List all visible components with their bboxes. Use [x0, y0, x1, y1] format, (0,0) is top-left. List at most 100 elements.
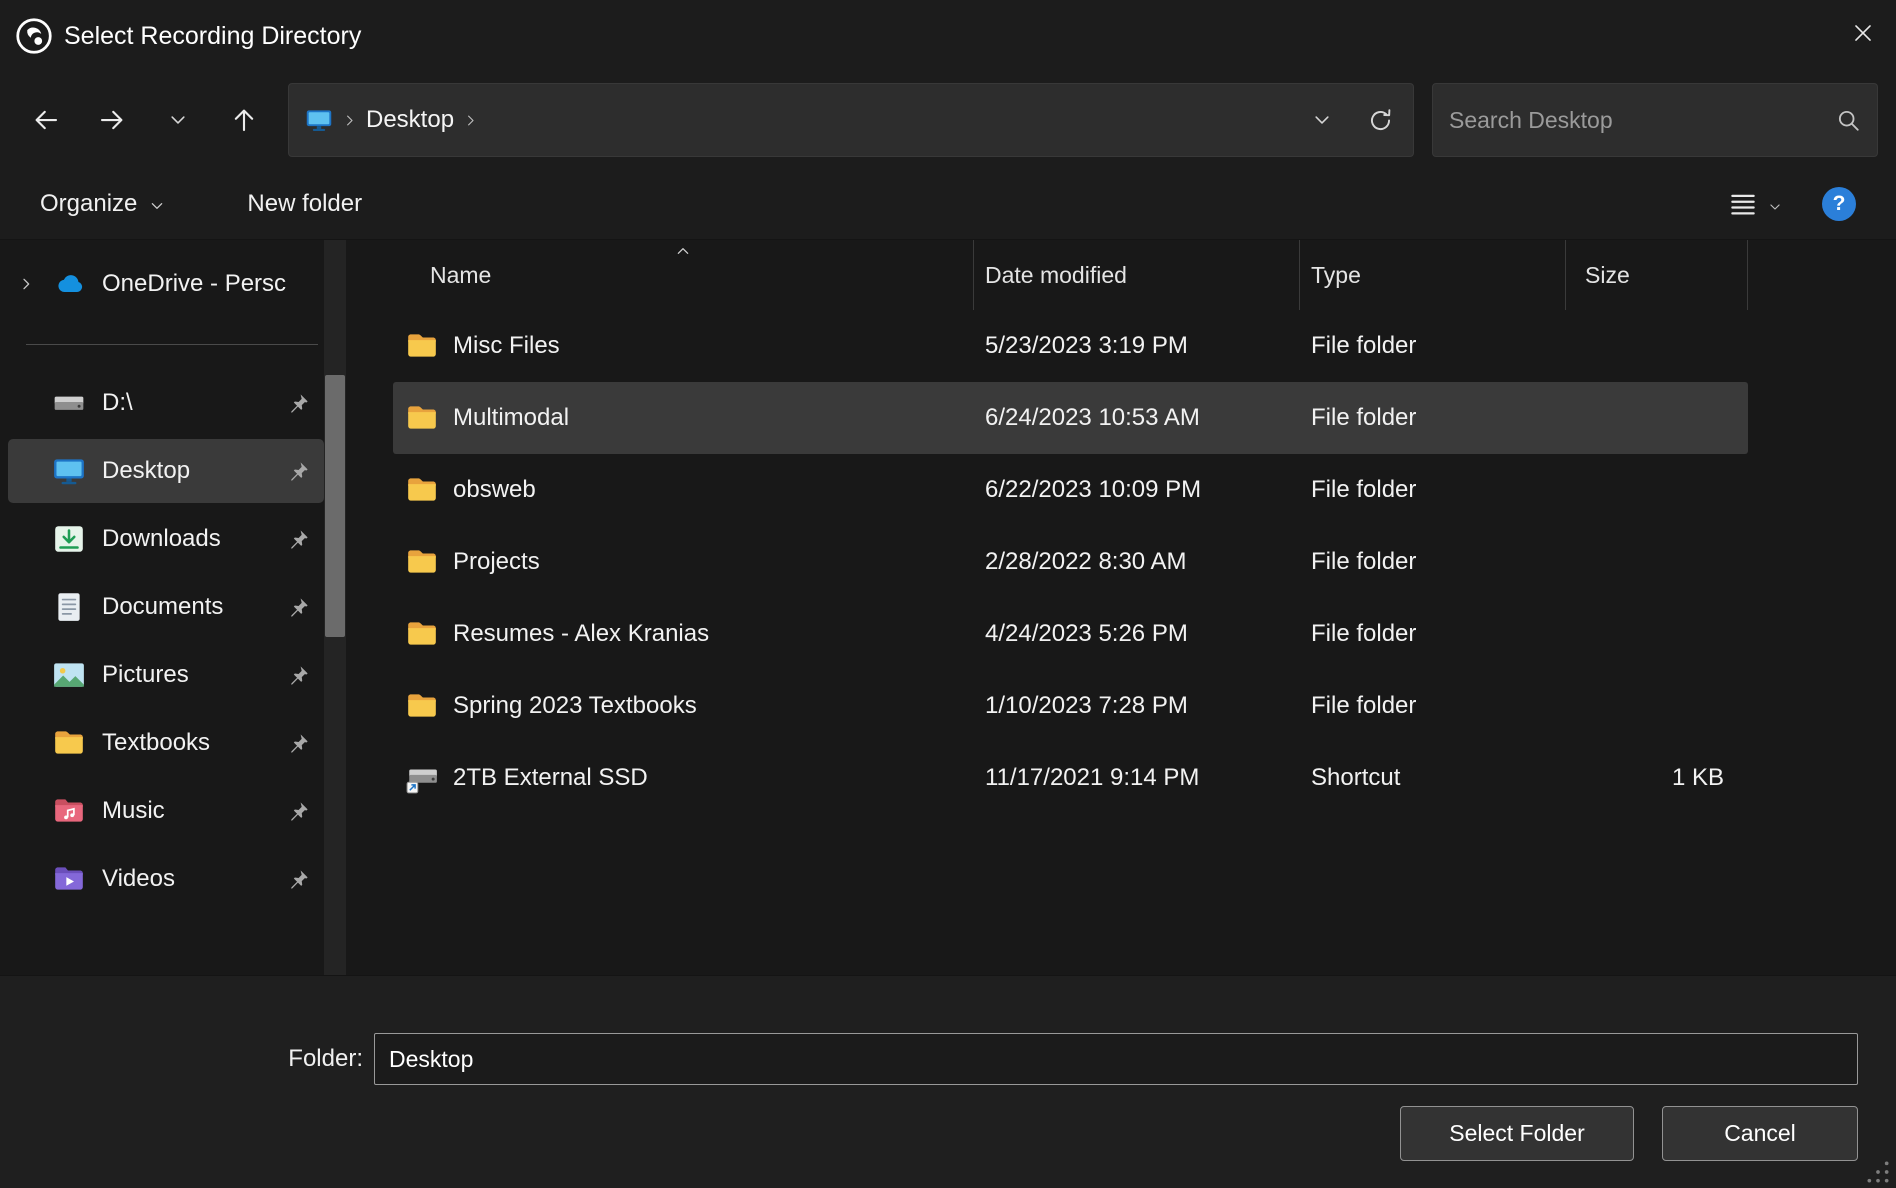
expander-slot[interactable]	[18, 870, 52, 888]
file-row[interactable]: 2TB External SSD 11/17/2021 9:14 PM Shor…	[393, 742, 1748, 814]
sidebar-item-label: OneDrive - Persc	[102, 270, 287, 298]
sidebar-list: OneDrive - Persc D:\ Desktop Downloads D…	[0, 252, 362, 911]
back-button[interactable]	[20, 94, 72, 146]
sidebar-item-music[interactable]: Music	[8, 779, 324, 843]
refresh-button[interactable]	[1351, 90, 1409, 150]
back-icon	[31, 105, 61, 135]
search-box[interactable]	[1432, 83, 1878, 157]
folder-icon	[52, 726, 86, 760]
location-desktop-icon	[305, 106, 333, 134]
column-header-name[interactable]: Name	[393, 240, 974, 310]
sidebar-item-videos[interactable]: Videos	[8, 847, 324, 911]
breadcrumb-chevron-icon[interactable]	[463, 113, 478, 128]
file-name-cell: Spring 2023 Textbooks	[393, 689, 974, 723]
new-folder-button[interactable]: New folder	[235, 182, 374, 226]
chevron-down-icon	[1312, 110, 1332, 130]
folder-icon	[405, 401, 439, 435]
expander-slot[interactable]	[18, 462, 52, 480]
sidebar-item-textbooks[interactable]: Textbooks	[8, 711, 324, 775]
sidebar-item-pictures[interactable]: Pictures	[8, 643, 324, 707]
file-name: Spring 2023 Textbooks	[453, 692, 697, 720]
sidebar-item-label: Textbooks	[102, 729, 287, 757]
column-headers: Name Date modified Type Size	[393, 240, 1896, 310]
forward-button[interactable]	[86, 94, 138, 146]
file-row[interactable]: Multimodal 6/24/2023 10:53 AM File folde…	[393, 382, 1748, 454]
file-rows: Misc Files 5/23/2023 3:19 PM File folder…	[365, 310, 1896, 975]
breadcrumb-item-desktop[interactable]: Desktop	[366, 106, 454, 134]
column-header-size[interactable]: Size	[1566, 240, 1748, 310]
view-options-button[interactable]	[1728, 189, 1782, 219]
documents-icon	[52, 590, 86, 624]
cancel-button[interactable]: Cancel	[1662, 1106, 1858, 1161]
file-row[interactable]: obsweb 6/22/2023 10:09 PM File folder	[393, 454, 1748, 526]
downloads-icon	[52, 522, 86, 556]
resize-grip[interactable]	[1865, 1159, 1891, 1185]
column-header-name-label: Name	[430, 262, 491, 289]
expander-slot[interactable]	[18, 802, 52, 820]
expander-slot[interactable]	[18, 734, 52, 752]
file-name: 2TB External SSD	[453, 764, 648, 792]
sidebar-item-downloads[interactable]: Downloads	[8, 507, 324, 571]
file-date-modified: 6/24/2023 10:53 AM	[974, 404, 1300, 432]
titlebar: Select Recording Directory	[0, 0, 1896, 72]
navigation-bar: Desktop	[0, 72, 1896, 168]
file-row[interactable]: Projects 2/28/2022 8:30 AM File folder	[393, 526, 1748, 598]
column-header-type[interactable]: Type	[1300, 240, 1566, 310]
file-size: 1 KB	[1566, 764, 1748, 792]
file-name: Misc Files	[453, 332, 560, 360]
file-name-cell: Misc Files	[393, 329, 974, 363]
dialog-footer: Folder: Select Folder Cancel	[0, 975, 1896, 1188]
file-type: File folder	[1300, 404, 1566, 432]
folder-name-input[interactable]	[374, 1033, 1858, 1085]
obs-logo-icon	[14, 16, 54, 56]
file-date-modified: 11/17/2021 9:14 PM	[974, 764, 1300, 792]
search-icon	[1835, 107, 1861, 133]
file-date-modified: 5/23/2023 3:19 PM	[974, 332, 1300, 360]
window-title: Select Recording Directory	[64, 22, 361, 51]
file-row[interactable]: Spring 2023 Textbooks 1/10/2023 7:28 PM …	[393, 670, 1748, 742]
folder-icon	[405, 617, 439, 651]
recent-locations-button[interactable]	[152, 94, 204, 146]
expander-slot[interactable]	[18, 530, 52, 548]
address-bar[interactable]: Desktop	[288, 83, 1414, 157]
sidebar-item-documents[interactable]: Documents	[8, 575, 324, 639]
help-button[interactable]: ?	[1822, 187, 1856, 221]
sidebar-item-label: Pictures	[102, 661, 287, 689]
file-date-modified: 2/28/2022 8:30 AM	[974, 548, 1300, 576]
drive-shortcut-icon	[405, 761, 439, 795]
sidebar-item-label: Downloads	[102, 525, 287, 553]
organize-button[interactable]: Organize	[28, 182, 177, 226]
expander-slot[interactable]	[18, 598, 52, 616]
pin-icon	[287, 392, 310, 415]
select-recording-directory-dialog: Select Recording Directory Desktop	[0, 0, 1896, 1188]
pin-icon	[287, 528, 310, 551]
sidebar-item-onedrive[interactable]: OneDrive - Persc	[8, 252, 324, 316]
file-name: obsweb	[453, 476, 536, 504]
sidebar-divider	[26, 344, 318, 345]
search-input[interactable]	[1449, 107, 1825, 134]
sidebar-item-d-drive[interactable]: D:\	[8, 371, 324, 435]
expander-slot[interactable]	[18, 666, 52, 684]
file-name: Multimodal	[453, 404, 569, 432]
file-type: Shortcut	[1300, 764, 1566, 792]
up-button[interactable]	[218, 94, 270, 146]
pin-icon	[287, 460, 310, 483]
expander-slot[interactable]	[18, 394, 52, 412]
sidebar-item-label: Videos	[102, 865, 287, 893]
file-name: Resumes - Alex Kranias	[453, 620, 709, 648]
close-button[interactable]	[1830, 0, 1896, 66]
expander-chevron-icon[interactable]	[18, 275, 52, 293]
sidebar-item-desktop[interactable]: Desktop	[8, 439, 324, 503]
help-icon: ?	[1833, 192, 1846, 216]
select-folder-button[interactable]: Select Folder	[1400, 1106, 1634, 1161]
pin-icon	[287, 732, 310, 755]
file-row[interactable]: Resumes - Alex Kranias 4/24/2023 5:26 PM…	[393, 598, 1748, 670]
onedrive-icon	[52, 267, 86, 301]
scrollbar-thumb[interactable]	[325, 375, 345, 637]
column-header-date-modified[interactable]: Date modified	[974, 240, 1300, 310]
file-row[interactable]: Misc Files 5/23/2023 3:19 PM File folder	[393, 310, 1748, 382]
sidebar-scrollbar[interactable]	[324, 240, 346, 975]
file-type: File folder	[1300, 692, 1566, 720]
sidebar-item-label: Desktop	[102, 457, 287, 485]
address-dropdown-button[interactable]	[1293, 90, 1351, 150]
